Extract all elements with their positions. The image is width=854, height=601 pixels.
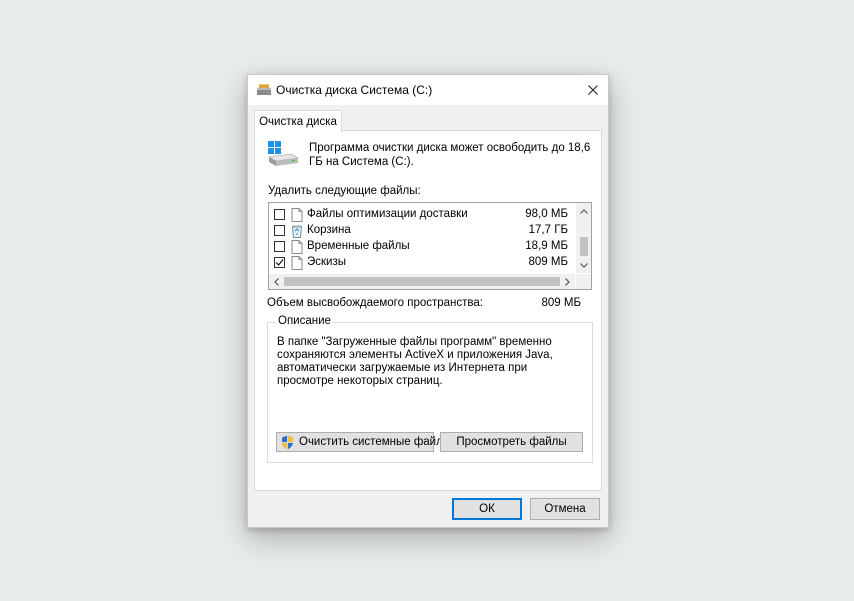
file-size: 17,7 ГБ	[528, 224, 568, 236]
cancel-button[interactable]: Отмена	[530, 498, 600, 520]
tab-disk-cleanup[interactable]: Очистка диска	[254, 110, 342, 132]
file-name: Файлы оптимизации доставки	[307, 208, 468, 220]
list-item[interactable]: Временные файлы 18,9 МБ	[269, 239, 575, 255]
scroll-right-arrow-icon[interactable]	[560, 274, 575, 289]
description-group: Описание В папке "Загруженные файлы прог…	[267, 315, 593, 463]
clean-system-files-label: Очистить системные файлы	[299, 436, 452, 448]
files-label: Удалить следующие файлы:	[268, 185, 421, 197]
checkbox-thumbnails[interactable]	[274, 257, 285, 268]
recycle-bin-icon	[291, 225, 303, 238]
description-text: В папке "Загруженные файлы программ" вре…	[277, 336, 553, 387]
scroll-up-arrow-icon[interactable]	[576, 203, 591, 219]
clean-system-files-button[interactable]: Очистить системные файлы	[276, 432, 451, 452]
uac-shield-icon	[282, 435, 293, 450]
file-icon	[291, 240, 303, 254]
scrollbar-corner	[576, 274, 591, 289]
horizontal-scrollbar[interactable]	[269, 274, 575, 289]
vertical-scroll-thumb[interactable]	[580, 237, 588, 256]
file-icon	[291, 256, 303, 270]
space-value: 809 МБ	[541, 297, 581, 309]
drive-icon	[268, 141, 299, 166]
horizontal-scroll-thumb[interactable]	[284, 277, 560, 286]
window-title: Очистка диска Система (C:)	[276, 83, 433, 97]
file-name: Корзина	[307, 224, 351, 236]
scroll-left-arrow-icon[interactable]	[269, 274, 284, 289]
file-name: Временные файлы	[307, 240, 410, 252]
file-size: 18,9 МБ	[525, 240, 568, 252]
disk-cleanup-dialog: Очистка диска Система (C:) Очистка диска…	[247, 74, 609, 528]
file-icon	[291, 208, 303, 222]
close-icon	[588, 85, 598, 95]
close-button[interactable]	[578, 75, 608, 105]
view-files-label: Просмотреть файлы	[456, 436, 567, 448]
checkbox-recycle-bin[interactable]	[274, 225, 285, 236]
list-item[interactable]: Корзина 17,7 ГБ	[269, 223, 575, 239]
tab-label: Очистка диска	[259, 115, 337, 128]
file-size: 809 МБ	[528, 256, 568, 268]
intro-text: Программа очистки диска может освободить…	[309, 142, 591, 168]
description-legend: Описание	[276, 315, 333, 327]
file-size: 98,0 МБ	[525, 208, 568, 220]
ok-button[interactable]: ОК	[452, 498, 522, 520]
view-files-button[interactable]: Просмотреть файлы	[440, 432, 583, 452]
space-label: Объем высвобождаемого пространства:	[267, 297, 483, 309]
files-list[interactable]: Файлы оптимизации доставки 98,0 МБ Корзи…	[268, 202, 592, 290]
checkbox-temp-files[interactable]	[274, 241, 285, 252]
list-item[interactable]: Эскизы 809 МБ	[269, 255, 575, 271]
tab-panel: Программа очистки диска может освободить…	[254, 130, 602, 491]
vertical-scrollbar[interactable]	[576, 203, 591, 273]
disk-cleanup-icon	[257, 84, 271, 95]
checkmark-icon	[275, 259, 284, 266]
scroll-down-arrow-icon[interactable]	[576, 257, 591, 273]
file-name: Эскизы	[307, 256, 347, 268]
cancel-label: Отмена	[544, 503, 586, 515]
list-item[interactable]: Файлы оптимизации доставки 98,0 МБ	[269, 207, 575, 223]
ok-label: ОК	[479, 503, 495, 515]
title-bar: Очистка диска Система (C:)	[248, 75, 608, 105]
checkbox-delivery-optimization[interactable]	[274, 209, 285, 220]
